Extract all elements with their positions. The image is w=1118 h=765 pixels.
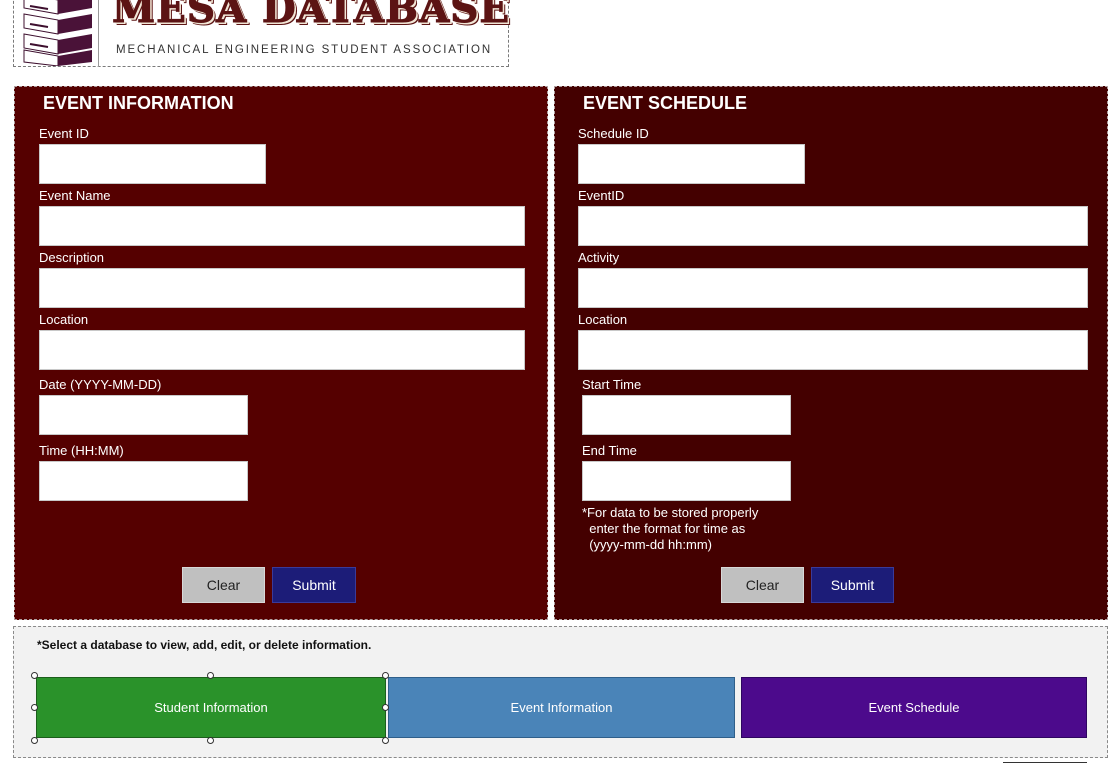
event-id-field[interactable] xyxy=(39,144,266,184)
divider-line xyxy=(1003,762,1087,763)
resize-handle[interactable] xyxy=(31,672,38,679)
resize-handle[interactable] xyxy=(382,737,389,744)
date-field[interactable] xyxy=(39,395,248,435)
start-time-label: Start Time xyxy=(582,377,642,392)
time-format-note: *For data to be stored properly enter th… xyxy=(582,505,759,552)
event-information-panel: EVENT INFORMATION Event ID Event Name De… xyxy=(14,86,548,620)
server-stack-icon xyxy=(23,0,92,66)
activity-field[interactable] xyxy=(578,268,1088,308)
event-schedule-button[interactable]: Event Schedule xyxy=(741,677,1087,738)
activity-label: Activity xyxy=(578,250,620,265)
event-id-label: Event ID xyxy=(39,126,89,141)
end-time-field[interactable] xyxy=(582,461,791,501)
schedule-event-id-label: EventID xyxy=(578,188,625,203)
student-information-button[interactable]: Student Information xyxy=(36,677,386,738)
resize-handle[interactable] xyxy=(31,704,38,711)
app-subtitle: MECHANICAL ENGINEERING STUDENT ASSOCIATI… xyxy=(116,44,493,56)
resize-handle[interactable] xyxy=(207,672,214,679)
event-information-button[interactable]: Event Information xyxy=(388,677,735,738)
schedule-location-label: Location xyxy=(578,312,628,327)
schedule-submit-button[interactable]: Submit xyxy=(811,567,894,603)
schedule-id-field[interactable] xyxy=(578,144,805,184)
event-name-label: Event Name xyxy=(39,188,111,203)
schedule-id-label: Schedule ID xyxy=(578,126,649,141)
logo-divider xyxy=(98,0,99,67)
schedule-location-field[interactable] xyxy=(578,330,1088,370)
clear-button[interactable]: Clear xyxy=(182,567,265,603)
app-title: MESA DATABASE xyxy=(111,0,511,33)
resize-handle[interactable] xyxy=(31,737,38,744)
event-schedule-title: EVENT SCHEDULE xyxy=(583,93,748,113)
end-time-label: End Time xyxy=(582,443,637,458)
event-information-title: EVENT INFORMATION xyxy=(43,93,234,113)
time-label: Time (HH:MM) xyxy=(39,443,124,458)
resize-handle[interactable] xyxy=(382,672,389,679)
schedule-clear-button[interactable]: Clear xyxy=(721,567,804,603)
nav-instruction: *Select a database to view, add, edit, o… xyxy=(37,638,372,652)
start-time-field[interactable] xyxy=(582,395,791,435)
date-label: Date (YYYY-MM-DD) xyxy=(39,377,162,392)
resize-handle[interactable] xyxy=(207,737,214,744)
resize-handle[interactable] xyxy=(382,704,389,711)
submit-button[interactable]: Submit xyxy=(272,567,356,603)
description-field[interactable] xyxy=(39,268,525,308)
location-label: Location xyxy=(39,312,89,327)
event-name-field[interactable] xyxy=(39,206,525,246)
time-field[interactable] xyxy=(39,461,248,501)
event-schedule-panel: EVENT SCHEDULE Schedule ID EventID Activ… xyxy=(554,86,1108,620)
description-label: Description xyxy=(39,250,105,265)
schedule-event-id-field[interactable] xyxy=(578,206,1088,246)
location-field[interactable] xyxy=(39,330,525,370)
